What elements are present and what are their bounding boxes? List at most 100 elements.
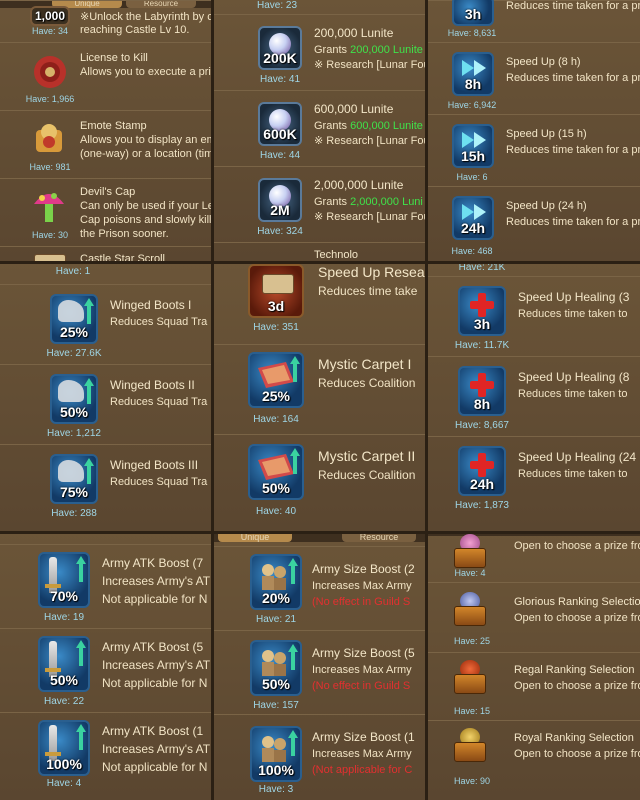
list-item[interactable]: 75% Have: 288 Winged Boots III Reduces S… — [0, 444, 212, 532]
item-description: Open to choose a prize fron — [514, 540, 640, 552]
divider — [425, 0, 428, 800]
item-description: Reduces time taken for a pro — [506, 144, 640, 156]
item-description: (one-way) or a location (time — [80, 148, 212, 160]
arrow-up-icon — [288, 730, 298, 756]
list-item[interactable]: 15h Have: 6 Speed Up (15 h) Reduces time… — [426, 114, 640, 187]
item-description: Reduces Squad Tra — [110, 476, 208, 488]
item-description: Allows you to execute a prisc — [80, 66, 212, 78]
lunite-icon: 600K — [258, 102, 302, 146]
list-item[interactable]: 8h Have: 6,942 Speed Up (8 h) Reduces ti… — [426, 42, 640, 115]
have-count: Have: 1,966 — [25, 94, 75, 104]
item-description: Increases Army's AT — [102, 742, 211, 756]
have-count: Have: 8,667 — [455, 420, 509, 431]
list-item[interactable]: Have: 15 Regal Ranking Selection Open to… — [426, 652, 640, 721]
army-size-icon: 50% — [250, 640, 302, 696]
list-item[interactable]: Have: 981 Emote Stamp Allows you to disp… — [0, 110, 212, 179]
item-description: Open to choose a prize fron — [514, 680, 640, 692]
item-title: Emote Stamp — [80, 120, 147, 132]
inventory-panel-speedups: 3h Have: 8,631 Reduces time taken for a … — [426, 0, 640, 262]
item-title: License to Kill — [80, 52, 148, 64]
list-item[interactable]: Have: 30 Devil's Cap Can only be used if… — [0, 178, 212, 247]
arrow-up-icon — [288, 558, 298, 584]
list-item[interactable]: 600K Have: 44 600,000 Lunite Grants 600,… — [212, 90, 426, 167]
item-description: Grants 200,000 Lunite — [314, 44, 423, 56]
list-item[interactable]: 20% Have: 21 Army Size Boost (2 Increase… — [212, 546, 426, 631]
list-item[interactable]: Have: 25 Glorious Ranking Selectio Open … — [426, 582, 640, 653]
speed-up-icon: 3h — [452, 0, 494, 26]
item-title: 600,000 Lunite — [314, 102, 394, 116]
chest-icon — [450, 534, 490, 568]
research-book-icon: 3d — [248, 264, 304, 318]
inventory-panel-boots: Have: 1 25% Have: 27.6K Winged Boots I R… — [0, 262, 212, 532]
list-item[interactable]: 2M Have: 324 2,000,000 Lunite Grants 2,0… — [212, 166, 426, 243]
list-item[interactable]: 1,000 Have: 34 ※Unlock the Labyrinth by … — [0, 0, 212, 43]
have-count: Have: 1,873 — [455, 500, 509, 511]
item-description: Grants 2,000,000 Luni — [314, 196, 423, 208]
list-item[interactable]: 3h Have: 11.7K Speed Up Healing (3 Reduc… — [426, 276, 640, 357]
arrow-up-icon — [288, 644, 298, 670]
item-description: Not applicable for N — [102, 760, 208, 774]
list-item[interactable]: Have: 4 Open to choose a prize fron — [426, 532, 640, 583]
item-title: Army ATK Boost (1 — [102, 724, 204, 738]
list-item[interactable]: Technolo — [212, 242, 426, 262]
item-title: Speed Up (15 h) — [506, 128, 587, 140]
have-count: Have: 324 — [257, 226, 303, 237]
item-title: 2,000,000 Lunite — [314, 178, 404, 192]
list-item[interactable]: 3d Have: 351 Speed Up Resea Reduces time… — [212, 262, 426, 345]
have-count: Have: 25 — [453, 636, 491, 646]
army-size-icon: 20% — [250, 554, 302, 610]
have-count: Have: 30 — [31, 230, 69, 240]
list-item[interactable]: 50% Have: 40 Mystic Carpet II Reduces Co… — [212, 434, 426, 532]
sword-icon: 70% — [38, 552, 90, 608]
item-description: Cap poisons and slowly kills y — [80, 214, 212, 226]
item-description: Reduces time taken to — [518, 308, 628, 320]
list-item[interactable]: 50% Have: 1,212 Winged Boots II Reduces … — [0, 364, 212, 445]
have-count: Have: 6,942 — [447, 100, 497, 110]
list-item[interactable]: 24h Have: 1,873 Speed Up Healing (24 Red… — [426, 436, 640, 532]
item-title: Speed Up (8 h) — [506, 56, 581, 68]
list-item[interactable]: 50% Have: 157 Army Size Boost (5 Increas… — [212, 630, 426, 715]
list-item[interactable]: 70% Have: 19 Army ATK Boost (7 Increases… — [0, 544, 212, 629]
item-note: ※ Research [Lunar Fou — [314, 135, 426, 147]
healing-cross-icon: 24h — [458, 446, 506, 496]
list-item[interactable]: 25% Have: 164 Mystic Carpet I Reduces Co… — [212, 344, 426, 435]
item-title: Devil's Cap — [80, 186, 136, 198]
item-description: Reduces time taken to — [518, 468, 628, 480]
list-item[interactable]: 100% Have: 4 Army ATK Boost (1 Increases… — [0, 712, 212, 800]
list-item[interactable]: 3h Have: 8,631 Reduces time taken for a … — [426, 0, 640, 43]
have-count: Have: 23 — [256, 0, 298, 11]
mystic-carpet-icon: 25% — [248, 352, 304, 408]
lunite-icon: 2M — [258, 178, 302, 222]
item-description: reaching Castle Lv 10. — [80, 24, 190, 36]
list-item[interactable]: 8h Have: 8,667 Speed Up Healing (8 Reduc… — [426, 356, 640, 437]
inventory-panel-misc: Unique Resource 1,000 Have: 34 ※Unlock t… — [0, 0, 212, 262]
list-item[interactable]: 24h Have: 468 Speed Up (24 h) Reduces ti… — [426, 186, 640, 262]
winged-boots-icon: 75% — [50, 454, 98, 504]
list-item[interactable]: Have: 90 Royal Ranking Selection Open to… — [426, 720, 640, 800]
have-count: Have: 90 — [453, 776, 491, 786]
list-item[interactable]: Castle Star Scroll — [0, 246, 212, 262]
have-count: Have: 6 — [456, 172, 488, 182]
item-title: Winged Boots I — [110, 298, 192, 312]
list-item[interactable]: 100% Have: 3 Army Size Boost (1 Increase… — [212, 714, 426, 800]
have-count: Have: 1,212 — [47, 428, 101, 439]
item-title: Speed Up Healing (24 — [518, 450, 637, 464]
item-title: Glorious Ranking Selectio — [514, 596, 640, 608]
have-count: Have: 8,631 — [447, 28, 497, 38]
list-item[interactable]: 50% Have: 22 Army ATK Boost (5 Increases… — [0, 628, 212, 713]
item-title: Winged Boots II — [110, 378, 195, 392]
chest-icon — [450, 728, 494, 772]
item-description: Not applicable for N — [102, 592, 208, 606]
healing-cross-icon: 3h — [458, 286, 506, 336]
list-item[interactable]: Have: 1,966 License to Kill Allows you t… — [0, 42, 212, 111]
item-description: Reduces time taken for a pro — [506, 0, 640, 12]
have-count: Have: 44 — [259, 150, 301, 161]
item-title: Technolo — [314, 249, 359, 261]
item-title: 200,000 Lunite — [314, 26, 394, 40]
list-item[interactable]: 200K Have: 41 200,000 Lunite Grants 200,… — [212, 14, 426, 91]
sword-icon: 100% — [38, 720, 90, 776]
list-item[interactable]: 25% Have: 27.6K Winged Boots I Reduces S… — [0, 284, 212, 365]
divider — [0, 261, 640, 264]
item-title: Speed Up Resea — [318, 264, 425, 280]
item-title: Army Size Boost (5 — [312, 646, 415, 660]
